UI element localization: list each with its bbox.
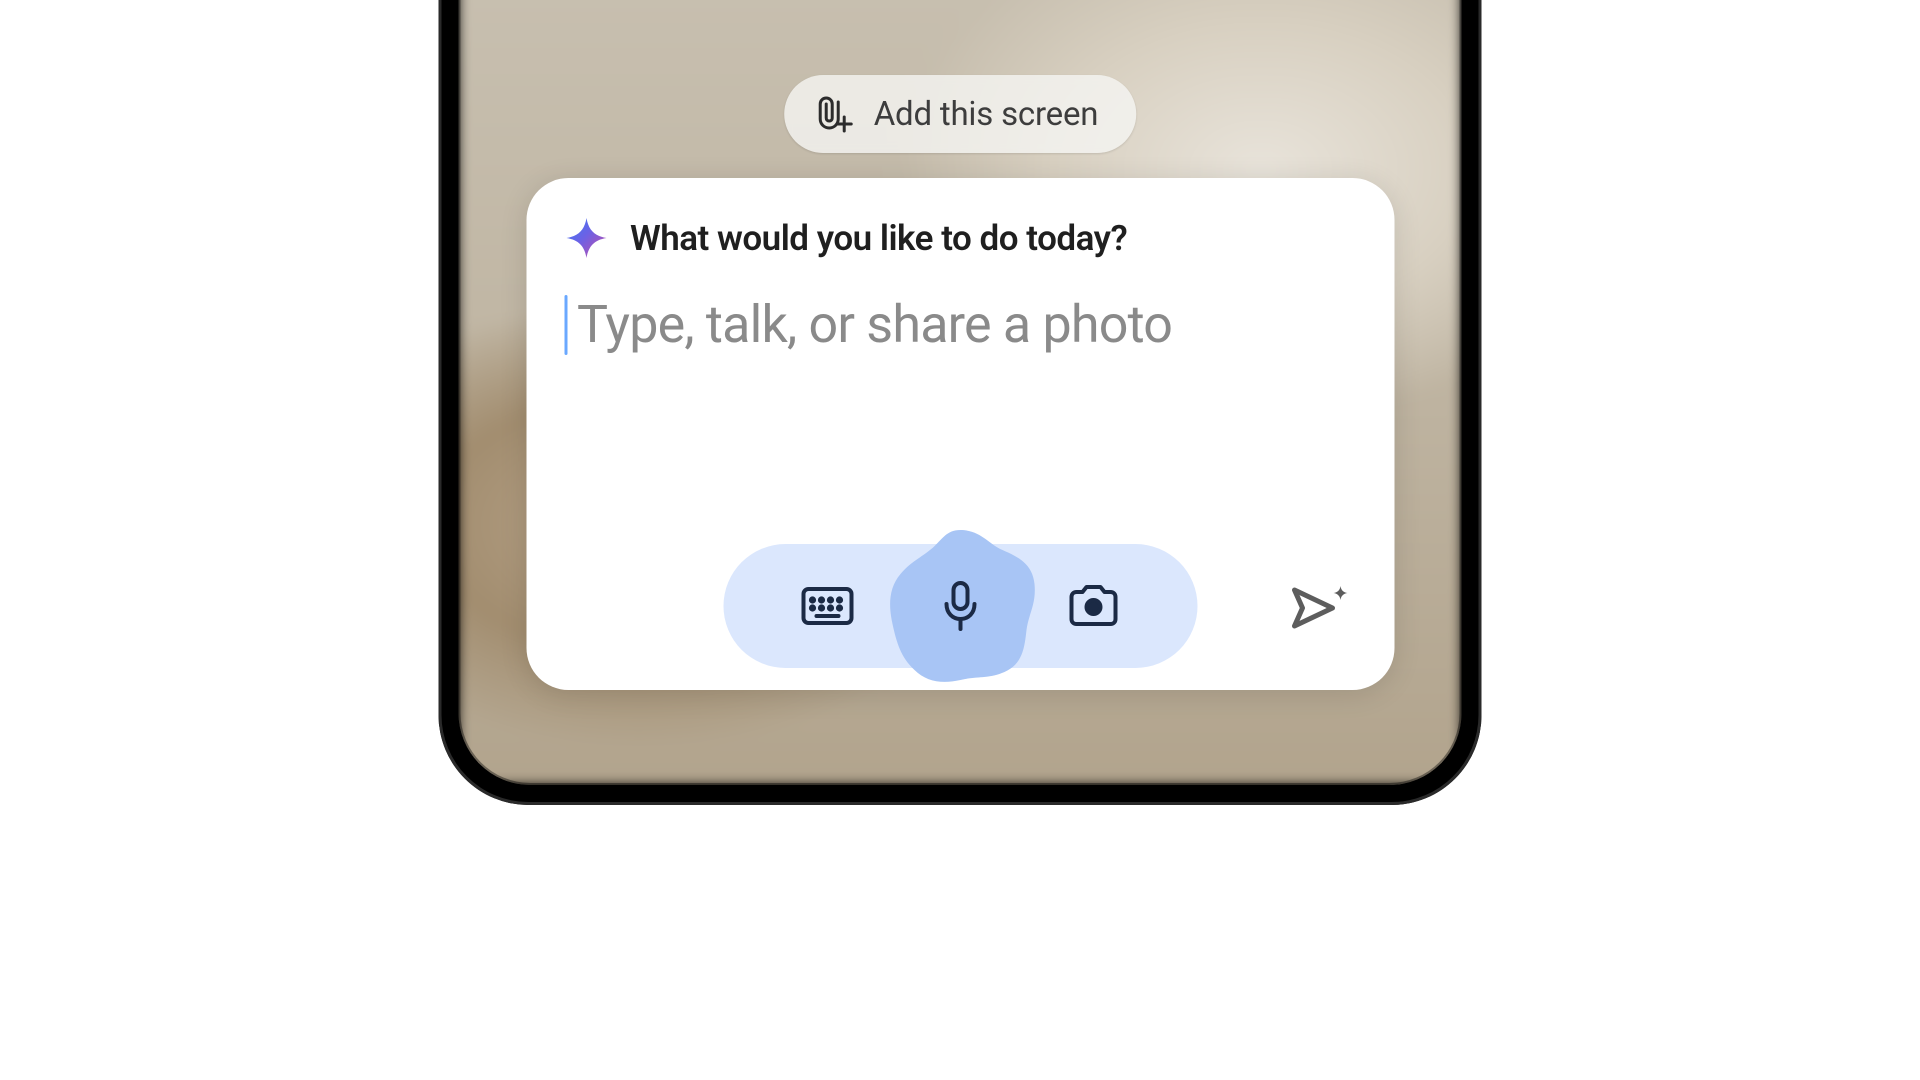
- assistant-prompt-title: What would you like to do today?: [630, 218, 1127, 259]
- add-screen-chip[interactable]: Add this screen: [784, 75, 1137, 153]
- assistant-input-placeholder: Type, talk, or share a photo: [577, 294, 1172, 355]
- microphone-icon: [940, 580, 980, 632]
- assistant-text-input[interactable]: Type, talk, or share a photo: [564, 294, 1356, 355]
- camera-button[interactable]: [1033, 544, 1153, 668]
- add-screen-label: Add this screen: [874, 95, 1099, 134]
- paperclip-plus-icon: [814, 93, 854, 135]
- microphone-button[interactable]: [879, 525, 1041, 687]
- phone-frame: Add this screen: [439, 0, 1482, 805]
- send-button[interactable]: [1280, 568, 1360, 648]
- gemini-sparkle-icon: [564, 216, 608, 260]
- input-mode-tray: [723, 544, 1197, 668]
- keyboard-button[interactable]: [767, 544, 887, 668]
- assistant-card: What would you like to do today? Type, t…: [526, 178, 1394, 690]
- keyboard-icon: [800, 586, 854, 626]
- text-caret: [564, 295, 567, 355]
- send-sparkle-icon: [1288, 580, 1352, 636]
- camera-icon: [1067, 584, 1119, 628]
